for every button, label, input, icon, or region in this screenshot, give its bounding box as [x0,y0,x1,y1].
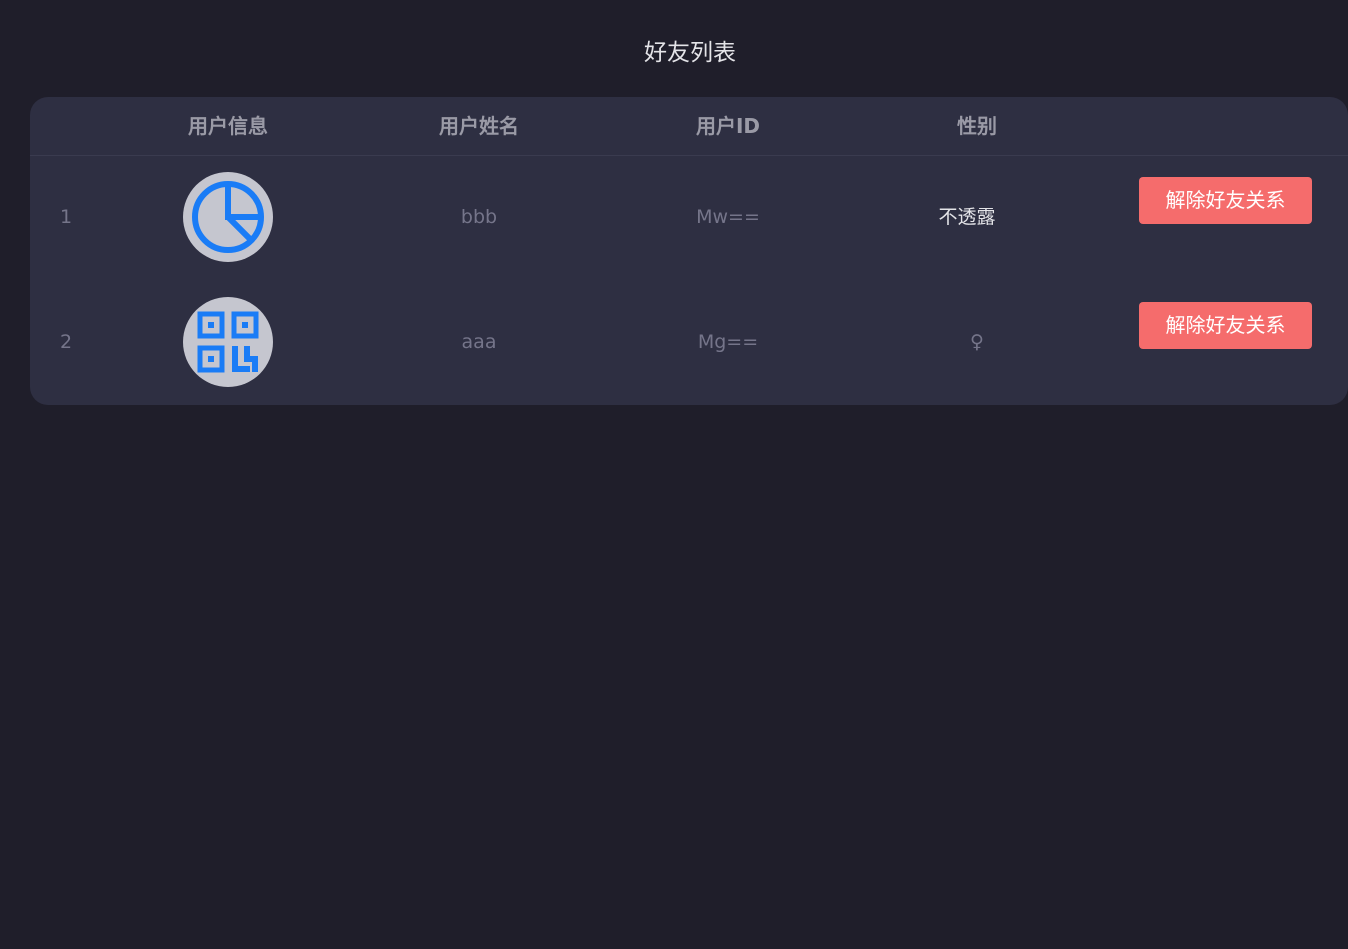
user-info-cell [102,155,354,280]
header-user-name: 用户姓名 [439,114,519,138]
row-index: 1 [59,206,73,228]
user-name: bbb [460,206,498,228]
avatar [183,172,273,262]
user-name: aaa [461,331,497,353]
user-info-cell [102,280,354,405]
gender: ♀ [970,331,984,353]
unfriend-button[interactable]: 解除好友关系 [1139,302,1312,349]
table-header: 用户信息 用户姓名 用户ID 性别 [30,97,1348,156]
user-id: Mg== [697,331,759,353]
user-id: Mw== [696,206,760,228]
gender: 不透露 [938,206,996,228]
page-title: 好友列表 [644,40,736,66]
header-gender: 性别 [957,114,997,138]
table-row: 1 bbb Mw== 不透露 解除好友关系 [30,155,1348,280]
unfriend-button[interactable]: 解除好友关系 [1139,177,1312,224]
avatar [183,297,273,387]
pie-chart-icon [192,181,264,253]
qr-code-icon [197,311,259,373]
row-index: 2 [59,331,73,353]
header-user-info: 用户信息 [188,114,268,138]
header-user-id: 用户ID [695,114,761,138]
header-action [1102,97,1348,155]
table-row: 2 aaa Mg== ♀ 解除好友关系 [30,280,1348,405]
header-index [30,97,102,155]
friends-table: 用户信息 用户姓名 用户ID 性别 1 bbb Mw== 不透露 解除好友关系 … [30,97,1348,405]
